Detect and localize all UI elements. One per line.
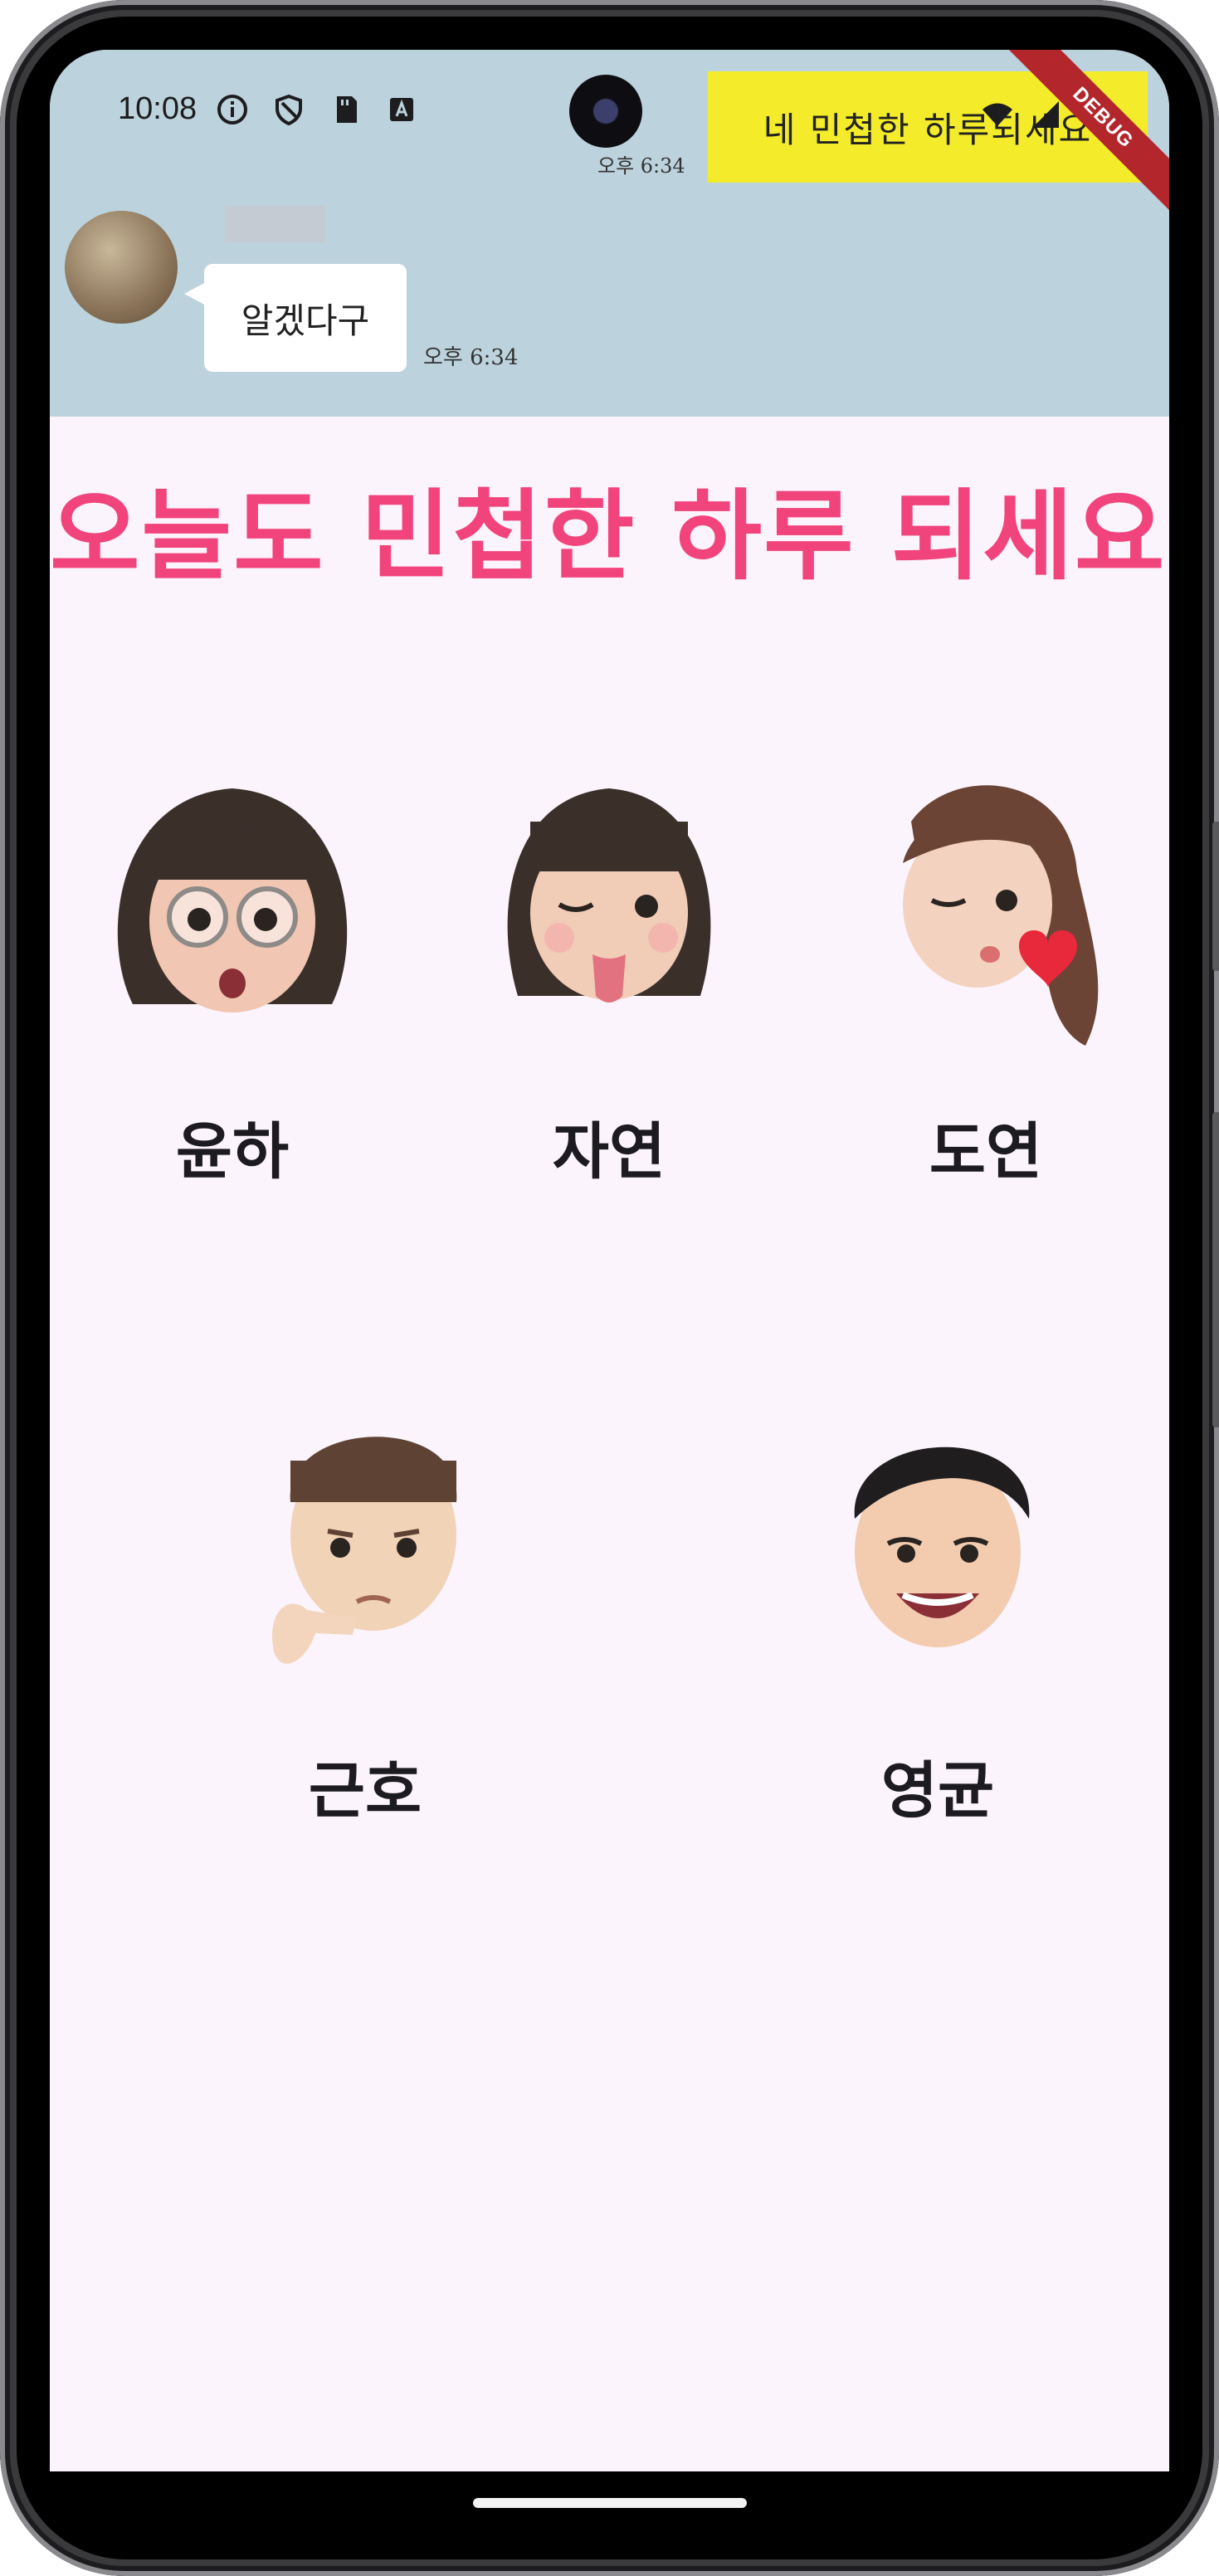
- status-time: 10:08: [118, 91, 197, 126]
- memoji-tongue-girl-icon: [460, 730, 758, 1062]
- person-name: 영균: [880, 1755, 995, 1827]
- chat-screenshot-banner: 10:08 네 민첩한 하루되세요 오후 6:34 알겠다구 오후 6:34 D…: [50, 50, 1169, 417]
- front-camera: [569, 75, 642, 148]
- shield-icon: [272, 93, 305, 126]
- app-screen: 10:08 네 민첩한 하루되세요 오후 6:34 알겠다구 오후 6:34 D…: [50, 50, 1169, 2471]
- sender-name-blurred: [226, 206, 325, 242]
- received-message-bubble: 알겠다구: [204, 264, 407, 372]
- text-a-icon: [385, 93, 418, 126]
- info-icon: [216, 93, 249, 126]
- wifi-icon: [981, 98, 1014, 131]
- person-name: 근호: [308, 1755, 422, 1827]
- page-title: 오늘도 민첩한 하루 되세요.: [50, 479, 1169, 593]
- person-name: 윤하: [175, 1116, 290, 1188]
- person-card-geunho[interactable]: 근호: [216, 1369, 514, 1830]
- signal-icon: [1029, 98, 1062, 131]
- bubble-tail: [184, 282, 206, 305]
- sd-card-icon: [329, 93, 362, 126]
- person-name: 자연: [552, 1116, 666, 1188]
- person-name: 도연: [929, 1116, 1043, 1188]
- volume-button: [1212, 822, 1219, 971]
- memoji-kiss-girl-icon: [836, 730, 1135, 1062]
- person-card-yunha[interactable]: 윤하: [83, 730, 382, 1191]
- memoji-smiling-boy-icon: [788, 1369, 1087, 1701]
- person-card-younggyun[interactable]: 영균: [788, 1369, 1087, 1830]
- received-message-time: 오후 6:34: [423, 345, 519, 370]
- memoji-thinking-boy-icon: [216, 1369, 514, 1701]
- memoji-glasses-girl-icon: [83, 730, 382, 1062]
- person-card-jayeon[interactable]: 자연: [460, 730, 758, 1191]
- power-button: [1212, 1112, 1219, 1427]
- sender-avatar: [65, 211, 178, 324]
- home-indicator[interactable]: [473, 2498, 747, 2508]
- person-card-doyeon[interactable]: 도연: [836, 730, 1135, 1191]
- sent-message-time: 오후 6:34: [597, 154, 685, 178]
